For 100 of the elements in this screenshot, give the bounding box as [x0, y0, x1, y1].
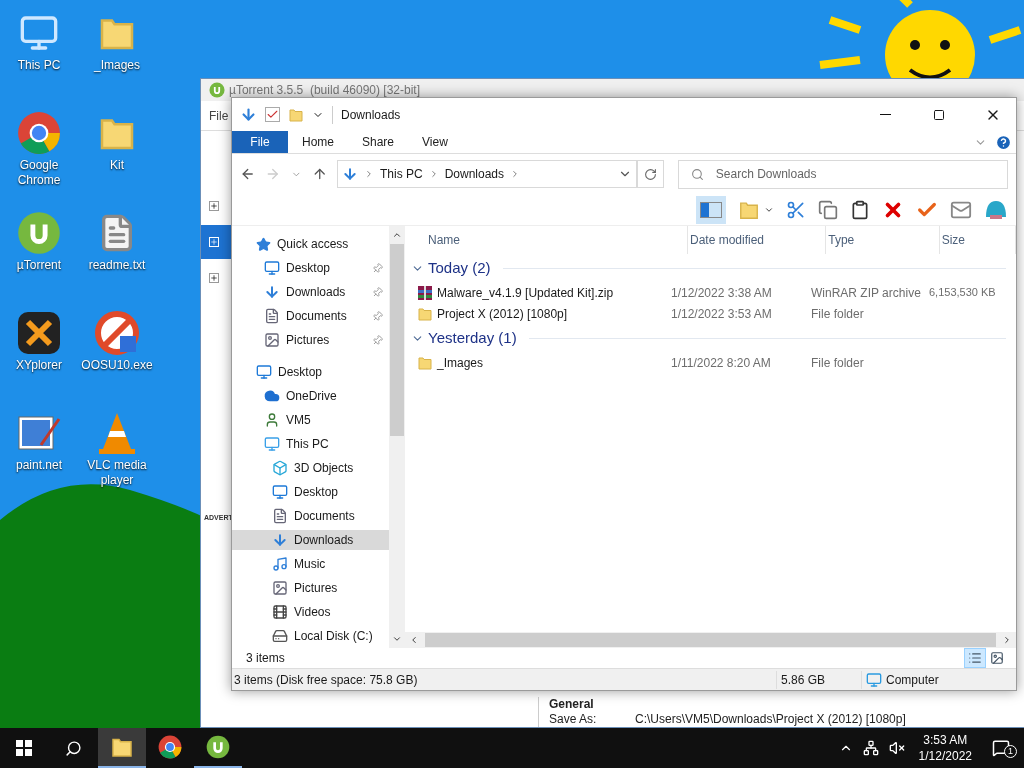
- chevron-icon[interactable]: [364, 169, 374, 179]
- column-header[interactable]: Size: [939, 226, 1016, 254]
- nav-item[interactable]: Pictures: [232, 330, 389, 350]
- address-bar[interactable]: This PC Downloads: [337, 160, 637, 188]
- cut-icon[interactable]: [786, 199, 806, 220]
- network-icon[interactable]: [862, 740, 879, 756]
- x-logo-icon: [16, 310, 62, 356]
- back-icon[interactable]: [240, 166, 256, 182]
- type-cell-text: File folder: [811, 354, 865, 372]
- breadcrumb-item[interactable]: Downloads: [444, 165, 505, 183]
- date-cell-text: 1/12/2022 3:53 AM: [671, 305, 773, 323]
- section-heading: General: [549, 697, 595, 711]
- monitor-icon: [264, 260, 280, 276]
- nav-item[interactable]: Local Disk (C:): [232, 626, 389, 646]
- disk-drive-icon: [272, 628, 288, 644]
- nav-item[interactable]: VM5: [232, 410, 389, 430]
- file-name: Project X (2012) [1080p]: [437, 305, 568, 323]
- utorrent-logo-icon: [17, 211, 61, 255]
- group-heading[interactable]: Today (2): [428, 256, 491, 280]
- minimize-icon: [879, 114, 891, 115]
- preview-pane-icon[interactable]: [696, 195, 726, 224]
- monitor-icon: [272, 484, 288, 500]
- date-cell-text: 1/11/2022 8:20 AM: [671, 354, 772, 372]
- search-field[interactable]: Search Downloads: [677, 159, 1008, 189]
- scroll-down-icon[interactable]: [392, 634, 402, 644]
- window-title: µTorrent 3.5.5 (build 46090) [32-bit]: [229, 82, 421, 99]
- column-header[interactable]: Date modified: [688, 226, 827, 254]
- help-icon[interactable]: [995, 133, 1012, 151]
- ribbon-tab[interactable]: Share: [348, 131, 409, 153]
- search-input[interactable]: Search Downloads: [715, 165, 995, 183]
- copy-icon[interactable]: [818, 199, 838, 220]
- menu-item[interactable]: File: [209, 106, 229, 125]
- item-count: 3 items: [246, 650, 286, 667]
- checklist-icon[interactable]: [265, 107, 280, 122]
- file-name: _Images: [437, 354, 484, 372]
- computer-icon: [19, 13, 59, 53]
- windows-logo-icon: [16, 740, 32, 756]
- nav-item[interactable]: Desktop: [232, 362, 389, 382]
- file-row[interactable]: _Images 1/11/2022 8:20 AM File folder: [411, 352, 1016, 373]
- search-icon: [64, 739, 82, 757]
- status-summary: 3 items (Disk free space: 75.8 GB): [233, 671, 419, 689]
- expand-icon[interactable]: [209, 273, 219, 283]
- nav-item[interactable]: Downloads: [232, 282, 389, 302]
- picture-icon: [264, 332, 280, 348]
- cube-icon: [272, 460, 288, 476]
- file-row[interactable]: Malware_v4.1.9 [Updated Kit].zip 1/12/2022 3:38 AM WinRAR ZIP archive 6,153,530 KB: [411, 282, 1016, 303]
- taskbar-app-button[interactable]: [98, 728, 146, 768]
- computer-icon: [866, 671, 882, 688]
- nav-item[interactable]: Desktop: [232, 482, 389, 502]
- maximize-icon: [933, 108, 945, 121]
- scroll-up-icon[interactable]: [392, 230, 402, 240]
- status-location: Computer: [886, 671, 939, 689]
- breadcrumb-item[interactable]: This PC: [380, 165, 423, 183]
- date-cell-text: 1/12/2022 3:38 AM: [671, 284, 773, 302]
- nav-item[interactable]: This PC: [232, 434, 389, 454]
- no-sign-icon: [94, 310, 140, 356]
- nav-item[interactable]: Music: [232, 554, 389, 574]
- ribbon-tab[interactable]: Home: [288, 131, 348, 153]
- notification-count: 1: [1004, 745, 1017, 758]
- notification-icon[interactable]: [992, 739, 1010, 757]
- music-note-icon: [272, 556, 288, 572]
- monitor-icon: [264, 436, 280, 452]
- scroll-right-icon[interactable]: [1002, 635, 1012, 645]
- column-header[interactable]: Name: [426, 226, 688, 254]
- clock-time[interactable]: 3:53 AM: [923, 732, 968, 748]
- download-arrow-icon: [264, 284, 280, 300]
- folder-icon: [417, 354, 433, 371]
- scroll-left-icon[interactable]: [409, 635, 419, 645]
- shell-icon[interactable]: [984, 198, 1008, 221]
- details-view-button[interactable]: [964, 648, 986, 668]
- refresh-icon: [643, 167, 657, 181]
- nav-item[interactable]: OneDrive: [232, 386, 389, 406]
- expand-icon[interactable]: [209, 201, 219, 211]
- nav-item[interactable]: Documents: [232, 506, 389, 526]
- ribbon-tab[interactable]: View: [408, 131, 462, 153]
- file-row[interactable]: Project X (2012) [1080p] 1/12/2022 3:53 AM File folder: [411, 303, 1016, 324]
- nav-item[interactable]: 3D Objects: [232, 458, 389, 478]
- paste-icon[interactable]: [850, 199, 870, 220]
- user-icon: [264, 412, 280, 428]
- nav-item[interactable]: Documents: [232, 306, 389, 326]
- nav-item[interactable]: Videos: [232, 602, 389, 622]
- nav-item[interactable]: Quick access: [232, 234, 389, 254]
- clock-date[interactable]: 1/12/2022: [918, 748, 972, 764]
- column-header[interactable]: Type: [826, 226, 940, 254]
- nav-item[interactable]: Downloads: [232, 530, 389, 550]
- archive-icon: [417, 284, 433, 301]
- horizontal-scrollbar[interactable]: [405, 632, 1016, 648]
- folder-icon: [417, 305, 433, 322]
- vertical-scrollbar[interactable]: [389, 226, 405, 648]
- nav-item[interactable]: Desktop: [232, 258, 389, 278]
- refresh-button[interactable]: [636, 160, 664, 188]
- star-icon: [256, 236, 271, 252]
- document-icon: [264, 308, 280, 324]
- group-heading[interactable]: Yesterday (1): [428, 326, 517, 350]
- document-icon: [272, 508, 288, 524]
- selected-sidebar-row[interactable]: [201, 225, 232, 259]
- utorrent-logo-icon: [206, 735, 230, 759]
- list-icon: [968, 651, 982, 665]
- nav-item[interactable]: Pictures: [232, 578, 389, 598]
- muted-speaker-icon[interactable]: [888, 740, 905, 756]
